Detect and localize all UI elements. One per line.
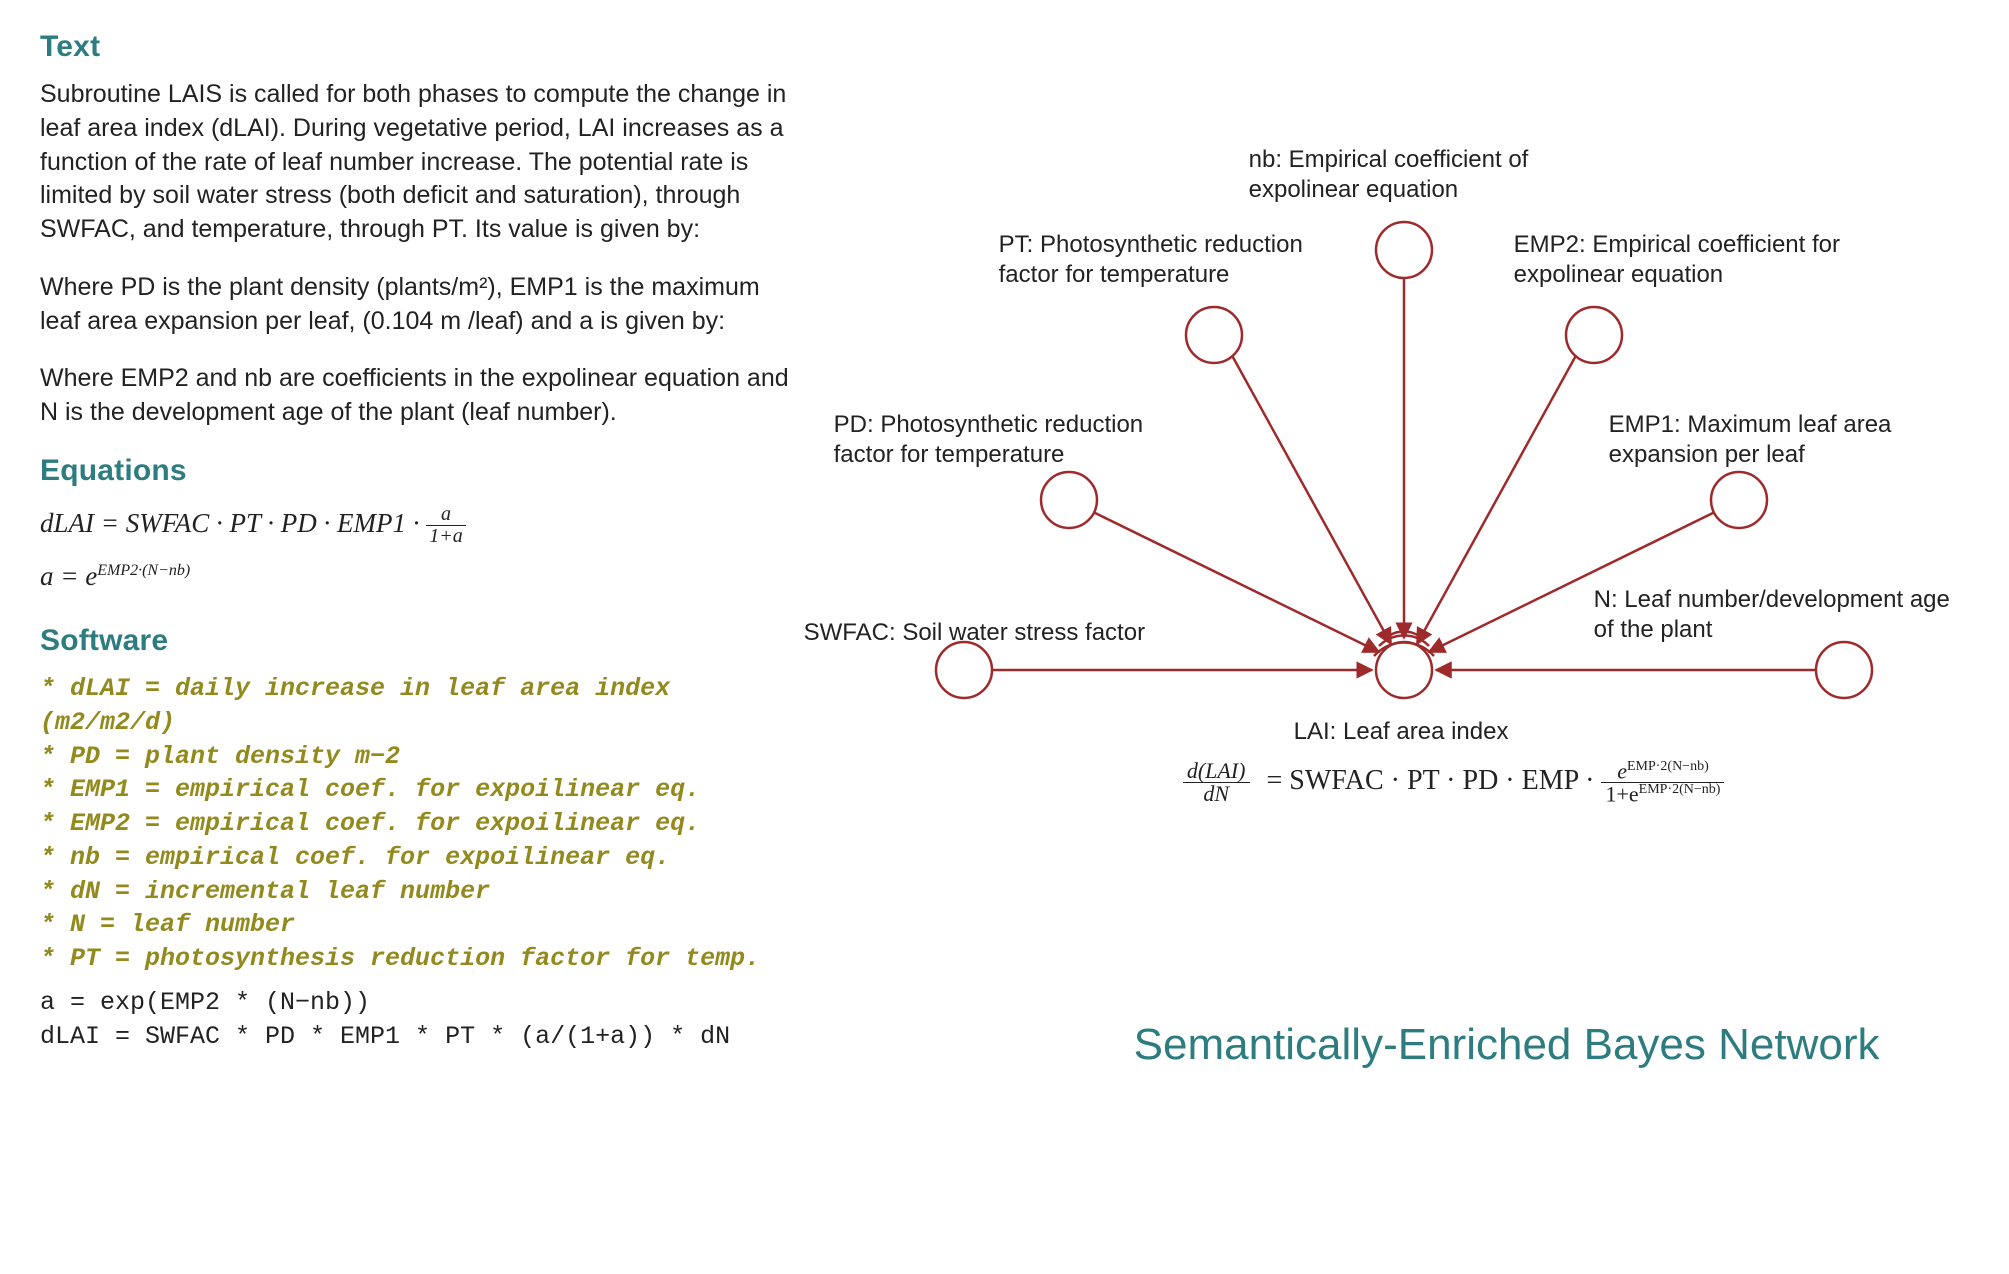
node-emp1-icon bbox=[1711, 472, 1767, 528]
software-comments: * dLAI = daily increase in leaf area ind… bbox=[40, 672, 794, 976]
node-n-label: N: Leaf number/development age of the pl… bbox=[1594, 585, 1964, 645]
node-pt-icon bbox=[1186, 307, 1242, 363]
node-emp2-label: EMP2: Empirical coefficient for expoline… bbox=[1514, 230, 1854, 290]
eq3-lhs-num: d(LAI) bbox=[1183, 760, 1250, 783]
right-column: nb: Empirical coefficient of expolinear … bbox=[834, 30, 1969, 1244]
eq3-mid: = SWFAC · PT · PD · EMP · bbox=[1267, 765, 1602, 796]
eq3-rhs-frac: eEMP·2(N−nb) 1+eEMP·2(N−nb) bbox=[1601, 760, 1724, 806]
text-paragraph-2: Where PD is the plant density (plants/m²… bbox=[40, 271, 794, 339]
node-nb-icon bbox=[1376, 222, 1432, 278]
equations-heading: Equations bbox=[40, 454, 794, 488]
node-emp1-label: EMP1: Maximum leaf area expansion per le… bbox=[1609, 410, 1979, 470]
eq3-lhs-frac: d(LAI) dN bbox=[1183, 760, 1250, 805]
eq1-lhs: dLAI = SWFAC · PT · PD · EMP1 · bbox=[40, 508, 426, 538]
node-pd-icon bbox=[1041, 472, 1097, 528]
eq3-rhs-den: 1+eEMP·2(N−nb) bbox=[1601, 783, 1724, 805]
text-paragraph-3: Where EMP2 and nb are coefficients in th… bbox=[40, 362, 794, 430]
node-swfac-label: SWFAC: Soil water stress factor bbox=[804, 618, 1204, 648]
node-nb-label: nb: Empirical coefficient of expolinear … bbox=[1249, 145, 1619, 205]
eq1-num: a bbox=[426, 504, 466, 526]
diagram-title: Semantically-Enriched Bayes Network bbox=[1134, 1020, 1880, 1070]
software-code: a = exp(EMP2 * (N−nb)) dLAI = SWFAC * PD… bbox=[40, 986, 794, 1054]
edge-pt bbox=[1229, 350, 1391, 644]
eq2-lhs: a = e bbox=[40, 561, 97, 591]
eq2-exp: EMP2·(N−nb) bbox=[97, 562, 190, 579]
eq1-fraction: a1+a bbox=[426, 504, 466, 547]
eq3-lhs-den: dN bbox=[1183, 783, 1250, 805]
node-pt-label: PT: Photosynthetic reduction factor for … bbox=[999, 230, 1339, 290]
node-n-icon bbox=[1816, 642, 1872, 698]
diagram-equation: d(LAI) dN = SWFAC · PT · PD · EMP · eEMP… bbox=[1044, 760, 1864, 806]
center-node-icon bbox=[1376, 642, 1432, 698]
eq1-den: 1+a bbox=[426, 526, 466, 547]
center-node-label: LAI: Leaf area index bbox=[1294, 718, 1509, 746]
software-heading: Software bbox=[40, 624, 794, 658]
text-heading: Text bbox=[40, 30, 794, 64]
equation-dlai: dLAI = SWFAC · PT · PD · EMP1 · a1+a bbox=[40, 502, 794, 547]
node-pd-label: PD: Photosynthetic reduction factor for … bbox=[834, 410, 1204, 470]
eq3-rhs-num: eEMP·2(N−nb) bbox=[1601, 760, 1724, 783]
edge-emp2 bbox=[1417, 350, 1579, 644]
node-emp2-icon bbox=[1566, 307, 1622, 363]
page-root: Text Subroutine LAIS is called for both … bbox=[0, 0, 2009, 1274]
text-paragraph-1: Subroutine LAIS is called for both phase… bbox=[40, 78, 794, 247]
left-column: Text Subroutine LAIS is called for both … bbox=[40, 30, 834, 1244]
node-swfac-icon bbox=[936, 642, 992, 698]
equation-a: a = eEMP2·(N−nb) bbox=[40, 555, 794, 598]
